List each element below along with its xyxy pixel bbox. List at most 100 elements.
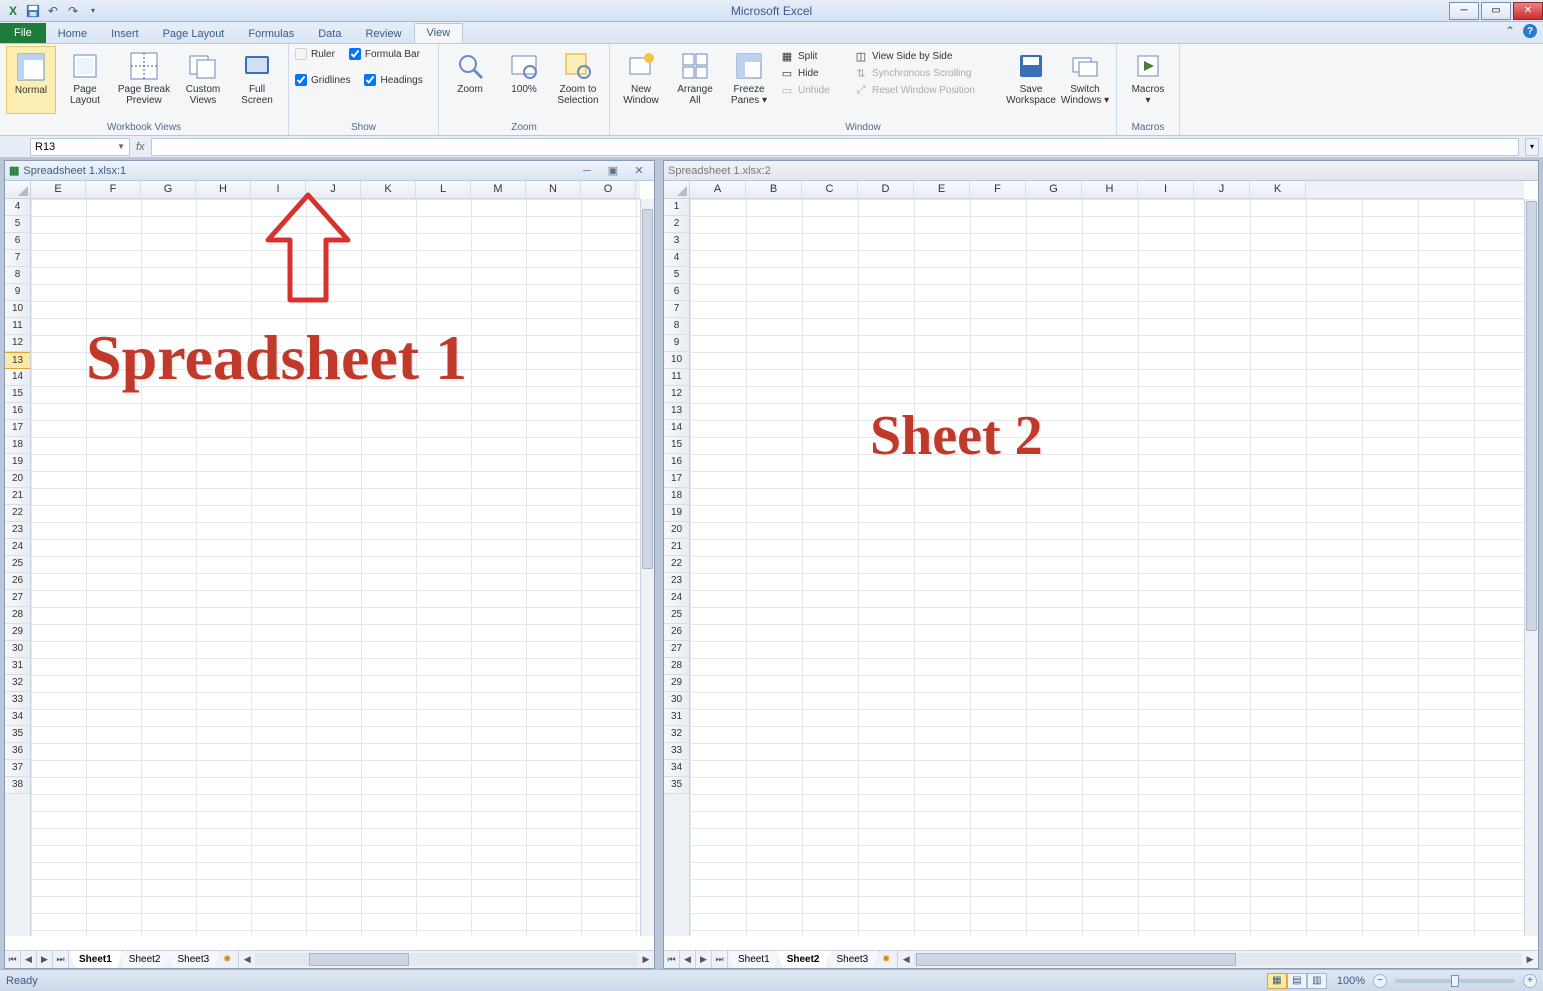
doc2-select-all-corner[interactable]: [664, 181, 690, 199]
ruler-checkbox[interactable]: Ruler: [295, 48, 335, 60]
row-header[interactable]: 35: [5, 726, 30, 743]
row-header[interactable]: 28: [664, 658, 689, 675]
row-header[interactable]: 30: [664, 692, 689, 709]
row-header[interactable]: 5: [5, 216, 30, 233]
page-layout-button[interactable]: Page Layout: [60, 46, 110, 114]
row-header[interactable]: 33: [664, 743, 689, 760]
doc2-sheet-tab-3[interactable]: Sheet3: [827, 951, 880, 968]
row-header[interactable]: 36: [5, 743, 30, 760]
column-header[interactable]: J: [1194, 181, 1250, 198]
column-header[interactable]: L: [416, 181, 471, 198]
row-header[interactable]: 14: [5, 369, 30, 386]
column-header[interactable]: A: [690, 181, 746, 198]
zoom-100-button[interactable]: 100%: [499, 46, 549, 114]
row-header[interactable]: 8: [664, 318, 689, 335]
row-header[interactable]: 14: [664, 420, 689, 437]
macros-button[interactable]: Macros ▾: [1123, 46, 1173, 114]
close-button[interactable]: ✕: [1513, 2, 1543, 20]
row-header[interactable]: 17: [664, 471, 689, 488]
doc2-sheet-nav-next[interactable]: ▶: [696, 951, 712, 968]
row-header[interactable]: 20: [664, 522, 689, 539]
row-header[interactable]: 21: [664, 539, 689, 556]
row-header[interactable]: 5: [664, 267, 689, 284]
row-header[interactable]: 19: [5, 454, 30, 471]
doc1-new-sheet-icon[interactable]: ✸: [216, 951, 238, 968]
row-header[interactable]: 34: [664, 760, 689, 777]
hide-button[interactable]: ▭Hide: [778, 65, 848, 81]
gridlines-checkbox[interactable]: Gridlines: [295, 74, 350, 86]
formula-bar-checkbox[interactable]: Formula Bar: [349, 48, 420, 60]
row-header[interactable]: 4: [664, 250, 689, 267]
row-header[interactable]: 25: [664, 607, 689, 624]
doc2-sheet-tab-2[interactable]: Sheet2: [777, 951, 831, 968]
row-header[interactable]: 22: [664, 556, 689, 573]
tab-review[interactable]: Review: [353, 25, 413, 43]
headings-checkbox[interactable]: Headings: [364, 74, 422, 86]
column-header[interactable]: C: [802, 181, 858, 198]
row-header[interactable]: 15: [664, 437, 689, 454]
row-header[interactable]: 18: [5, 437, 30, 454]
row-header[interactable]: 13: [664, 403, 689, 420]
help-icon[interactable]: ?: [1523, 24, 1537, 38]
row-header[interactable]: 24: [5, 539, 30, 556]
tab-page-layout[interactable]: Page Layout: [151, 25, 237, 43]
column-header[interactable]: B: [746, 181, 802, 198]
zoom-button[interactable]: Zoom: [445, 46, 495, 114]
row-header[interactable]: 32: [664, 726, 689, 743]
minimize-ribbon-icon[interactable]: ⌃: [1505, 24, 1515, 38]
doc1-sheet-tab-3[interactable]: Sheet3: [168, 951, 221, 968]
column-header[interactable]: H: [196, 181, 251, 198]
doc2-title-bar[interactable]: Spreadsheet 1.xlsx:2: [664, 161, 1538, 181]
switch-windows-button[interactable]: Switch Windows ▾: [1060, 46, 1110, 114]
row-header[interactable]: 10: [664, 352, 689, 369]
full-screen-button[interactable]: Full Screen: [232, 46, 282, 114]
tab-insert[interactable]: Insert: [99, 25, 151, 43]
row-header[interactable]: 12: [5, 335, 30, 352]
row-header[interactable]: 6: [5, 233, 30, 250]
doc1-minimize-icon[interactable]: ─: [576, 164, 598, 178]
zoom-percent[interactable]: 100%: [1337, 975, 1365, 987]
doc1-column-headers[interactable]: EFGHIJKLMNO: [31, 181, 640, 199]
fx-icon[interactable]: fx: [136, 141, 145, 153]
doc2-row-headers[interactable]: 1234567891011121314151617181920212223242…: [664, 199, 690, 936]
tab-data[interactable]: Data: [306, 25, 353, 43]
row-header[interactable]: 37: [5, 760, 30, 777]
row-header[interactable]: 24: [664, 590, 689, 607]
row-header[interactable]: 7: [664, 301, 689, 318]
row-header[interactable]: 27: [664, 641, 689, 658]
row-header[interactable]: 31: [664, 709, 689, 726]
row-header[interactable]: 12: [664, 386, 689, 403]
zoom-out-button[interactable]: −: [1373, 974, 1387, 988]
row-header[interactable]: 10: [5, 301, 30, 318]
row-header[interactable]: 26: [664, 624, 689, 641]
doc1-grid[interactable]: EFGHIJKLMNO 4567891011121314151617181920…: [5, 181, 654, 950]
column-header[interactable]: J: [306, 181, 361, 198]
doc1-sheet-nav-next[interactable]: ▶: [37, 951, 53, 968]
column-header[interactable]: I: [251, 181, 306, 198]
doc1-title-bar[interactable]: ▦ Spreadsheet 1.xlsx:1 ─ ▣ ✕: [5, 161, 654, 181]
column-header[interactable]: E: [31, 181, 86, 198]
normal-view-button[interactable]: Normal: [6, 46, 56, 114]
row-header[interactable]: 9: [664, 335, 689, 352]
row-header[interactable]: 9: [5, 284, 30, 301]
view-side-by-side-button[interactable]: ◫View Side by Side: [852, 48, 1002, 64]
doc2-new-sheet-icon[interactable]: ✸: [875, 951, 897, 968]
doc1-row-headers[interactable]: 4567891011121314151617181920212223242526…: [5, 199, 31, 936]
row-header[interactable]: 7: [5, 250, 30, 267]
arrange-all-button[interactable]: Arrange All: [670, 46, 720, 114]
tab-formulas[interactable]: Formulas: [236, 25, 306, 43]
row-header[interactable]: 25: [5, 556, 30, 573]
unhide-button[interactable]: ▭Unhide: [778, 82, 848, 98]
row-header[interactable]: 29: [5, 624, 30, 641]
doc1-sheet-nav-last[interactable]: ⏭: [53, 951, 69, 968]
row-header[interactable]: 16: [664, 454, 689, 471]
tab-view[interactable]: View: [414, 23, 464, 43]
zoom-selection-button[interactable]: Zoom to Selection: [553, 46, 603, 114]
row-header[interactable]: 16: [5, 403, 30, 420]
row-header[interactable]: 17: [5, 420, 30, 437]
row-header[interactable]: 27: [5, 590, 30, 607]
save-workspace-button[interactable]: Save Workspace: [1006, 46, 1056, 114]
column-header[interactable]: N: [526, 181, 581, 198]
row-header[interactable]: 32: [5, 675, 30, 692]
name-box-dropdown-icon[interactable]: ▼: [117, 142, 125, 151]
